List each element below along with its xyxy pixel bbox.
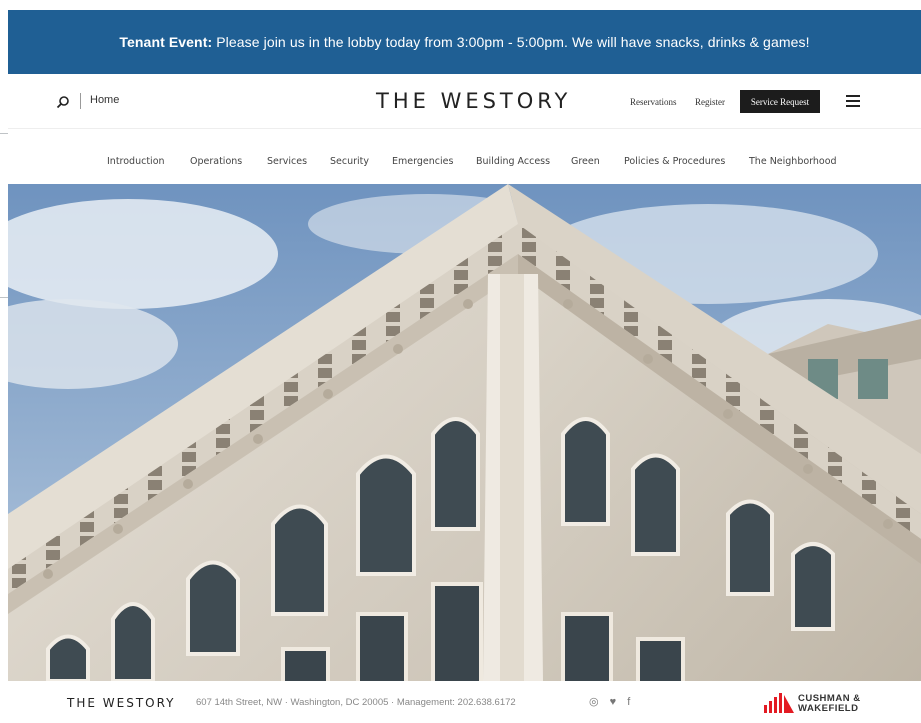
nav-item-the-neighborhood[interactable]: The Neighborhood bbox=[749, 156, 837, 167]
tenant-event-banner: Tenant Event: Please join us in the lobb… bbox=[8, 10, 921, 74]
cw-line-2: WAKEFIELD bbox=[798, 703, 859, 714]
building-illustration bbox=[8, 184, 921, 681]
nav-item-building-access[interactable]: Building Access bbox=[476, 156, 550, 167]
banner-label: Tenant Event: bbox=[119, 34, 213, 50]
nav-item-green[interactable]: Green bbox=[571, 156, 600, 167]
register-link[interactable]: Register bbox=[695, 97, 725, 107]
main-nav: Introduction Operations Services Securit… bbox=[8, 129, 921, 184]
divider bbox=[80, 93, 81, 109]
twitter-icon[interactable]: ♥ bbox=[610, 696, 617, 708]
divider bbox=[0, 297, 8, 298]
banner-message: Please join us in the lobby today from 3… bbox=[216, 34, 810, 50]
nav-item-emergencies[interactable]: Emergencies bbox=[392, 156, 453, 167]
instagram-icon[interactable]: ◎ bbox=[589, 696, 599, 708]
service-request-button[interactable]: Service Request bbox=[740, 90, 820, 113]
social-icons: ◎ ♥ f bbox=[589, 695, 638, 708]
nav-item-introduction[interactable]: Introduction bbox=[107, 156, 165, 167]
hero-building-image bbox=[8, 184, 921, 681]
footer-logo[interactable]: THE WESTORY bbox=[67, 696, 176, 710]
nav-item-security[interactable]: Security bbox=[330, 156, 369, 167]
cushman-wakefield-logo-icon bbox=[764, 693, 794, 713]
nav-item-services[interactable]: Services bbox=[267, 156, 307, 167]
site-header: Home THE WESTORY Reservations Register S… bbox=[8, 74, 921, 128]
site-page: Tenant Event: Please join us in the lobb… bbox=[8, 10, 921, 723]
search-icon[interactable] bbox=[56, 95, 70, 109]
site-footer: THE WESTORY 607 14th Street, NW · Washin… bbox=[8, 681, 921, 723]
footer-address: 607 14th Street, NW · Washington, DC 200… bbox=[196, 697, 516, 708]
facebook-icon[interactable]: f bbox=[627, 696, 630, 708]
reservations-link[interactable]: Reservations bbox=[630, 97, 677, 107]
divider bbox=[0, 133, 8, 134]
site-logo[interactable]: THE WESTORY bbox=[376, 89, 571, 113]
outer-page-edge bbox=[0, 0, 8, 723]
nav-item-policies-procedures[interactable]: Policies & Procedures bbox=[624, 156, 725, 167]
home-link[interactable]: Home bbox=[90, 94, 119, 106]
nav-item-operations[interactable]: Operations bbox=[190, 156, 242, 167]
cushman-wakefield-logo[interactable]: CUSHMAN & WAKEFIELD bbox=[798, 694, 861, 714]
hamburger-menu-icon[interactable] bbox=[846, 95, 860, 107]
